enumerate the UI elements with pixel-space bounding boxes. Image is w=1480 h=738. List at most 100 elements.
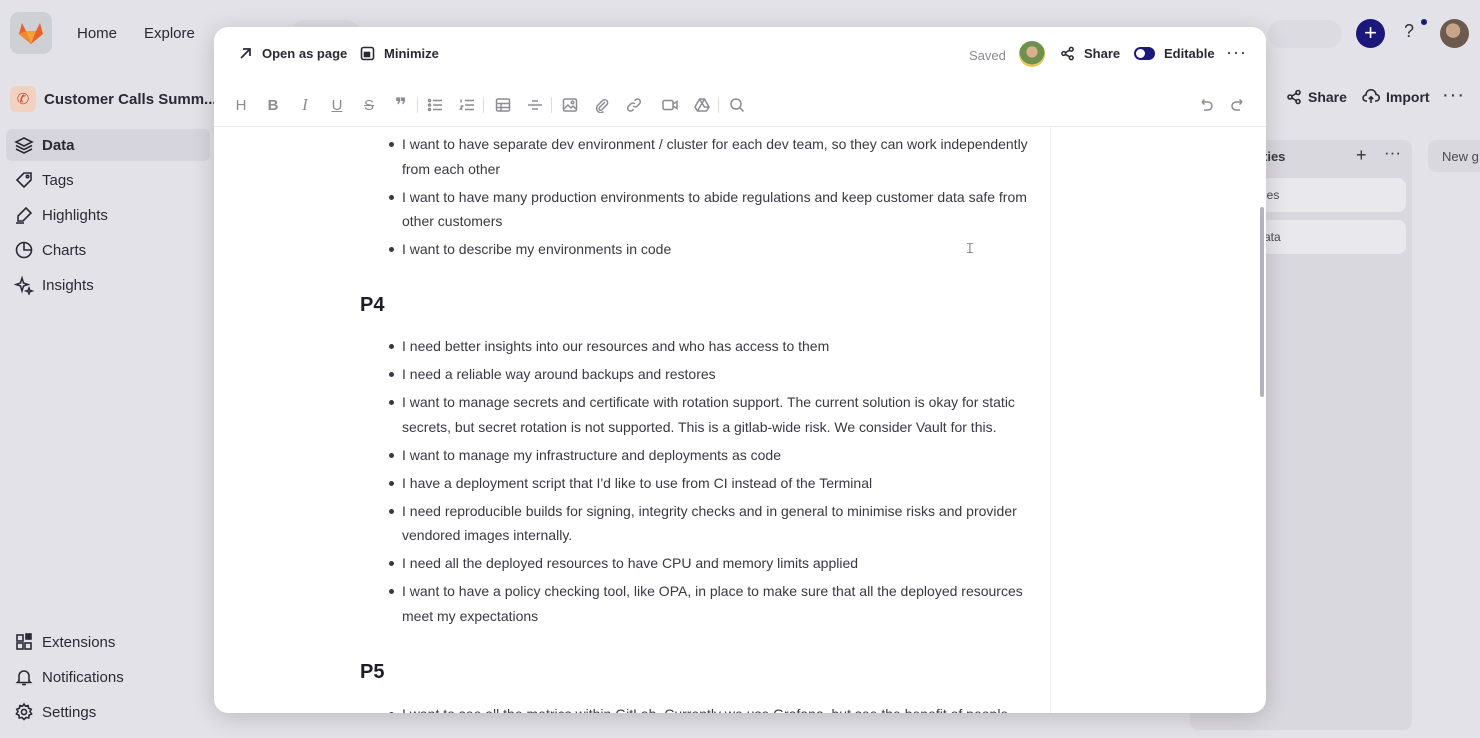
list-item[interactable]: I need all the deployed resources to hav… xyxy=(388,551,1038,576)
arrow-up-right-icon xyxy=(240,48,251,59)
attachment-icon[interactable] xyxy=(592,95,612,115)
share-button[interactable]: Share xyxy=(1060,46,1120,61)
more-options-icon[interactable]: ··· xyxy=(1226,42,1247,63)
horizontal-rule-icon[interactable] xyxy=(525,95,545,115)
toolbar-separator xyxy=(417,97,418,113)
sidebar-item-data[interactable]: Data xyxy=(6,129,210,161)
list-item[interactable]: I have a deployment script that I'd like… xyxy=(388,471,1038,496)
bg-import-label: Import xyxy=(1386,89,1430,105)
list-item[interactable]: I want to manage secrets and certificate… xyxy=(388,390,1038,439)
section-heading[interactable]: P5 xyxy=(360,661,384,684)
sidebar-item-label: Extensions xyxy=(42,633,116,651)
video-icon[interactable] xyxy=(660,95,680,115)
share-icon xyxy=(1061,46,1074,61)
redo-icon[interactable] xyxy=(1228,95,1248,115)
open-as-page-button[interactable]: Open as page xyxy=(238,46,347,61)
create-new-button[interactable]: + xyxy=(1356,19,1385,48)
numbered-list-icon[interactable] xyxy=(457,95,477,115)
list-item[interactable]: I want to have many production environme… xyxy=(388,185,1038,234)
toolbar-separator xyxy=(718,97,719,113)
bg-column-title: ties xyxy=(1263,149,1286,164)
bg-more-icon[interactable]: ··· xyxy=(1442,84,1465,107)
modal-header: Open as page Minimize Saved Share Editab… xyxy=(214,27,1266,83)
undo-icon[interactable] xyxy=(1196,95,1216,115)
link-icon[interactable] xyxy=(624,95,644,115)
layers-icon xyxy=(14,137,34,154)
document-content[interactable]: I want to have separate dev environment … xyxy=(214,127,1266,713)
bg-import-button[interactable]: Import xyxy=(1362,89,1430,105)
sidebar-item-extensions[interactable]: Extensions xyxy=(6,626,210,658)
nav-home[interactable]: Home xyxy=(77,25,117,42)
editable-toggle[interactable]: Editable xyxy=(1134,46,1215,61)
sidebar-item-notifications[interactable]: Notifications xyxy=(6,661,210,693)
list-item[interactable]: I want to manage my infrastructure and d… xyxy=(388,443,1038,468)
scrollbar-thumb[interactable] xyxy=(1260,207,1264,397)
list-item[interactable]: I need a reliable way around backups and… xyxy=(388,362,1038,387)
heading-icon[interactable]: H xyxy=(231,95,251,115)
user-avatar[interactable] xyxy=(1440,19,1469,48)
bg-share-label: Share xyxy=(1308,89,1347,105)
toolbar-separator xyxy=(483,97,484,113)
list-item[interactable]: I need better insights into our resource… xyxy=(388,334,1038,359)
sidebar-item-highlights[interactable]: Highlights xyxy=(6,199,210,231)
sidebar-item-label: Data xyxy=(42,136,75,154)
gitlab-logo[interactable] xyxy=(10,12,52,54)
sidebar-item-settings[interactable]: Settings xyxy=(6,696,210,728)
bold-icon[interactable]: B xyxy=(263,95,283,115)
text-cursor-icon: 𝙸 xyxy=(965,240,975,256)
list-item[interactable]: I want to have a policy checking tool, l… xyxy=(388,579,1038,628)
pie-chart-icon xyxy=(15,241,33,259)
sparkles-icon xyxy=(14,275,34,295)
drive-icon[interactable] xyxy=(692,95,712,115)
upload-cloud-icon xyxy=(1362,89,1380,103)
help-notification-dot xyxy=(1421,19,1427,25)
bg-new-column[interactable]: New g xyxy=(1428,140,1480,172)
bell-icon xyxy=(15,670,33,686)
bullet-list: I want to have separate dev environment … xyxy=(388,132,1038,265)
strikethrough-icon[interactable]: S xyxy=(359,95,379,115)
sidebar-item-charts[interactable]: Charts xyxy=(6,234,210,266)
editable-label: Editable xyxy=(1164,46,1215,61)
formatting-toolbar: H B I U S ❞ xyxy=(214,83,1266,127)
sidebar-item-label: Settings xyxy=(42,703,97,721)
table-icon[interactable] xyxy=(493,95,513,115)
bg-share-button[interactable]: Share xyxy=(1286,89,1347,105)
collaborator-avatar[interactable] xyxy=(1019,41,1045,67)
list-item[interactable]: I want to have separate dev environment … xyxy=(388,132,1038,181)
list-item[interactable]: I need reproducible builds for signing, … xyxy=(388,499,1038,548)
bullet-list-icon[interactable] xyxy=(425,95,445,115)
project-header[interactable]: ✆ Customer Calls Summ... xyxy=(10,86,217,112)
quote-icon[interactable]: ❞ xyxy=(391,95,411,117)
image-icon[interactable] xyxy=(560,95,580,115)
share-label: Share xyxy=(1084,46,1121,61)
tag-icon xyxy=(15,172,32,189)
sidebar-item-label: Charts xyxy=(42,241,87,259)
sidebar-item-insights[interactable]: Insights xyxy=(6,269,210,301)
sidebar-item-label: Insights xyxy=(42,276,94,294)
italic-icon[interactable]: I xyxy=(295,95,315,115)
project-name: Customer Calls Summ... xyxy=(44,90,217,108)
extensions-icon xyxy=(16,633,32,650)
minimize-button[interactable]: Minimize xyxy=(360,46,439,61)
sidebar-item-tags[interactable]: Tags xyxy=(6,164,210,196)
fox-logo-icon xyxy=(19,23,43,44)
list-item[interactable]: I want to see all the metrics within Git… xyxy=(388,702,1038,713)
list-item[interactable]: I want to describe my environments in co… xyxy=(388,237,1038,262)
help-icon[interactable]: ? xyxy=(1404,21,1414,42)
sidebar-item-label: Tags xyxy=(42,171,74,189)
underline-icon[interactable]: U xyxy=(327,95,347,115)
content-divider xyxy=(1050,127,1051,713)
minimize-label: Minimize xyxy=(384,46,439,61)
nav-explore[interactable]: Explore xyxy=(144,25,195,42)
bullet-list: I want to see all the metrics within Git… xyxy=(388,702,1038,713)
bg-column-more-icon[interactable]: ··· xyxy=(1384,143,1401,163)
toolbar-separator xyxy=(551,97,552,113)
gear-icon xyxy=(15,702,33,721)
find-icon[interactable] xyxy=(727,95,747,115)
document-modal: Open as page Minimize Saved Share Editab… xyxy=(214,27,1266,713)
save-status: Saved xyxy=(969,48,1006,63)
sidebar-item-label: Notifications xyxy=(42,668,124,686)
section-heading[interactable]: P4 xyxy=(360,294,384,317)
bg-add-icon[interactable]: + xyxy=(1356,145,1367,166)
share-icon xyxy=(1287,89,1301,105)
